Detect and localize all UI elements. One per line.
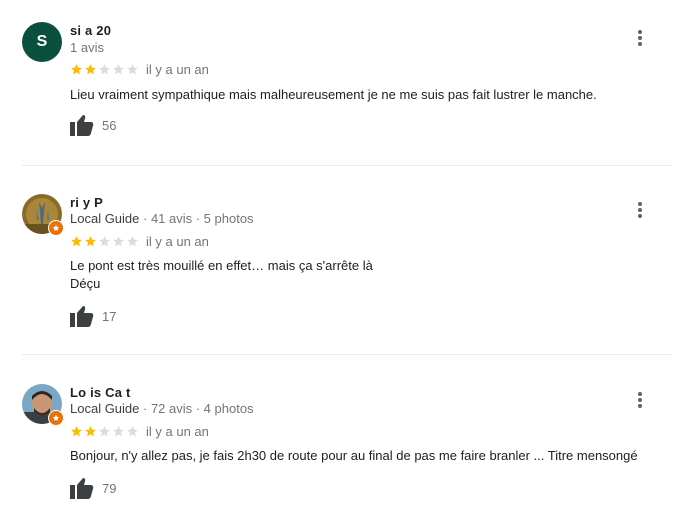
star-rating (70, 235, 139, 247)
review-date: il y a un an (146, 234, 209, 249)
star-empty-icon (127, 426, 138, 437)
avatar[interactable] (22, 384, 64, 426)
review-text: Le pont est très mouillé en effet… mais … (70, 257, 660, 293)
star-empty-icon (127, 236, 138, 247)
thumbs-up-icon (70, 306, 94, 327)
reviewer-name[interactable]: Lo is Ca t (70, 385, 131, 400)
local-guide-label: Local Guide (70, 401, 140, 416)
more-options-icon[interactable] (633, 28, 647, 48)
review-date: il y a un an (146, 62, 209, 77)
thumbs-up-icon (70, 115, 94, 136)
reviewer-stats: · 72 avis · 4 photos (139, 401, 254, 416)
divider (22, 354, 672, 355)
star-empty-icon (99, 426, 110, 437)
star-filled-icon (71, 426, 82, 437)
like-button[interactable]: 56 (70, 114, 116, 136)
local-guide-label: Local Guide (70, 211, 140, 226)
reviewer-name[interactable]: si a 20 (70, 23, 111, 38)
reviewer-name[interactable]: ri y P (70, 195, 103, 210)
avatar[interactable]: S (22, 22, 62, 62)
like-count: 56 (102, 117, 117, 133)
star-filled-icon (85, 64, 96, 75)
review-text: Bonjour, n'y allez pas, je fais 2h30 de … (70, 448, 638, 463)
star-rating (70, 63, 139, 75)
like-count: 79 (102, 480, 117, 496)
review-text-line: Le pont est très mouillé en effet… mais … (70, 258, 373, 273)
star-rating (70, 425, 139, 437)
star-filled-icon (71, 236, 82, 247)
star-empty-icon (113, 236, 124, 247)
star-filled-icon (85, 426, 96, 437)
more-options-icon[interactable] (633, 390, 647, 410)
star-empty-icon (113, 426, 124, 437)
star-empty-icon (113, 64, 124, 75)
thumbs-up-icon (70, 478, 94, 499)
divider (22, 165, 672, 166)
avatar[interactable] (22, 194, 64, 236)
more-options-icon[interactable] (633, 200, 647, 220)
review-text-line: Déçu (70, 276, 101, 291)
like-button[interactable]: 79 (70, 477, 116, 499)
star-empty-icon (127, 64, 138, 75)
reviewer-meta: 1 avis (70, 40, 104, 55)
local-guide-badge-icon (48, 220, 64, 236)
local-guide-badge-icon (48, 410, 64, 426)
avatar-letter: S (22, 22, 62, 62)
reviewer-stats: · 41 avis · 5 photos (139, 211, 254, 226)
like-button[interactable]: 17 (70, 305, 116, 327)
like-count: 17 (102, 308, 117, 324)
review-date: il y a un an (146, 424, 209, 439)
star-filled-icon (71, 64, 82, 75)
star-empty-icon (99, 64, 110, 75)
star-filled-icon (85, 236, 96, 247)
reviewer-meta: Local Guide · 41 avis · 5 photos (70, 211, 254, 226)
reviewer-meta: Local Guide · 72 avis · 4 photos (70, 401, 254, 416)
review-text: Lieu vraiment sympathique mais malheureu… (70, 87, 597, 102)
star-empty-icon (99, 236, 110, 247)
